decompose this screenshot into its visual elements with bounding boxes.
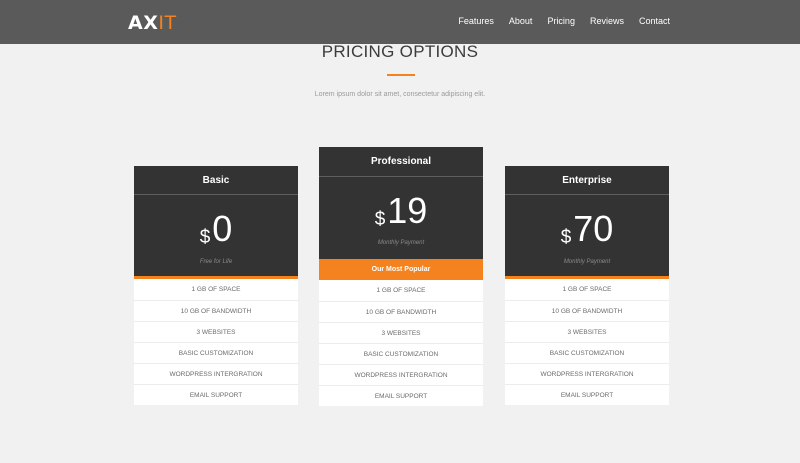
navbar: AXIT Features About Pricing Reviews Cont…: [0, 0, 800, 44]
nav-link-features[interactable]: Features: [458, 16, 494, 26]
feature-item: EMAIL SUPPORT: [319, 385, 483, 406]
feature-item: BASIC CUSTOMIZATION: [319, 343, 483, 364]
pricing-card-professional: Professional $19 Monthly Payment Our Mos…: [319, 147, 483, 406]
feature-item: WORDPRESS INTERGRATION: [505, 363, 669, 384]
feature-item: BASIC CUSTOMIZATION: [134, 342, 298, 363]
price-value: 19: [387, 190, 428, 231]
feature-item: WORDPRESS INTERGRATION: [134, 363, 298, 384]
most-popular-badge: Our Most Popular: [319, 259, 483, 280]
price-amount: $19: [319, 193, 483, 238]
feature-list: 1 GB OF SPACE 10 GB OF BANDWIDTH 3 WEBSI…: [134, 279, 298, 405]
feature-list: 1 GB OF SPACE 10 GB OF BANDWIDTH 3 WEBSI…: [505, 279, 669, 405]
brand-logo[interactable]: AXIT: [128, 12, 177, 34]
plan-name: Professional: [319, 147, 483, 177]
brand-logo-part1: AX: [128, 12, 159, 34]
feature-item: 3 WEBSITES: [134, 321, 298, 342]
pricing-card-enterprise: Enterprise $70 Monthly Payment 1 GB OF S…: [505, 166, 669, 405]
feature-item: 10 GB OF BANDWIDTH: [319, 301, 483, 322]
feature-list: 1 GB OF SPACE 10 GB OF BANDWIDTH 3 WEBSI…: [319, 280, 483, 406]
title-divider: [387, 74, 415, 76]
pricing-card-basic: Basic $0 Free for Life 1 GB OF SPACE 10 …: [134, 166, 298, 405]
price-block: $70 Monthly Payment: [505, 195, 669, 276]
feature-item: EMAIL SUPPORT: [505, 384, 669, 405]
price-note: Free for Life: [199, 259, 233, 265]
price-currency: $: [560, 227, 572, 248]
price-currency: $: [199, 227, 211, 248]
price-note: Monthly Payment: [563, 259, 611, 265]
nav-menu: Features About Pricing Reviews Contact: [458, 16, 670, 26]
nav-link-reviews[interactable]: Reviews: [590, 16, 624, 26]
brand-logo-part2: IT: [158, 12, 177, 34]
feature-item: 10 GB OF BANDWIDTH: [505, 300, 669, 321]
price-amount: $0: [134, 211, 298, 256]
feature-item: BASIC CUSTOMIZATION: [505, 342, 669, 363]
feature-item: 1 GB OF SPACE: [191, 286, 241, 293]
section-title: PRICING OPTIONS: [321, 42, 479, 61]
nav-link-contact[interactable]: Contact: [639, 16, 670, 26]
price-block: $0 Free for Life: [134, 195, 298, 276]
price-value: 70: [573, 208, 614, 249]
feature-item: 1 GB OF SPACE: [376, 287, 426, 294]
nav-link-pricing[interactable]: Pricing: [547, 16, 575, 26]
price-note: Monthly Payment: [377, 240, 425, 246]
feature-item: 1 GB OF SPACE: [562, 286, 612, 293]
price-value: 0: [212, 208, 233, 249]
feature-item: EMAIL SUPPORT: [134, 384, 298, 405]
feature-item: 3 WEBSITES: [319, 322, 483, 343]
price-currency: $: [374, 209, 386, 230]
nav-link-about[interactable]: About: [509, 16, 533, 26]
feature-item: WORDPRESS INTERGRATION: [319, 364, 483, 385]
feature-item: 3 WEBSITES: [505, 321, 669, 342]
price-amount: $70: [505, 211, 669, 256]
plan-name: Enterprise: [505, 166, 669, 195]
plan-name: Basic: [134, 166, 298, 195]
price-block: $19 Monthly Payment: [319, 177, 483, 259]
feature-item: 10 GB OF BANDWIDTH: [134, 300, 298, 321]
section-subtitle: Lorem ipsum dolor sit amet, consectetur …: [314, 91, 486, 98]
